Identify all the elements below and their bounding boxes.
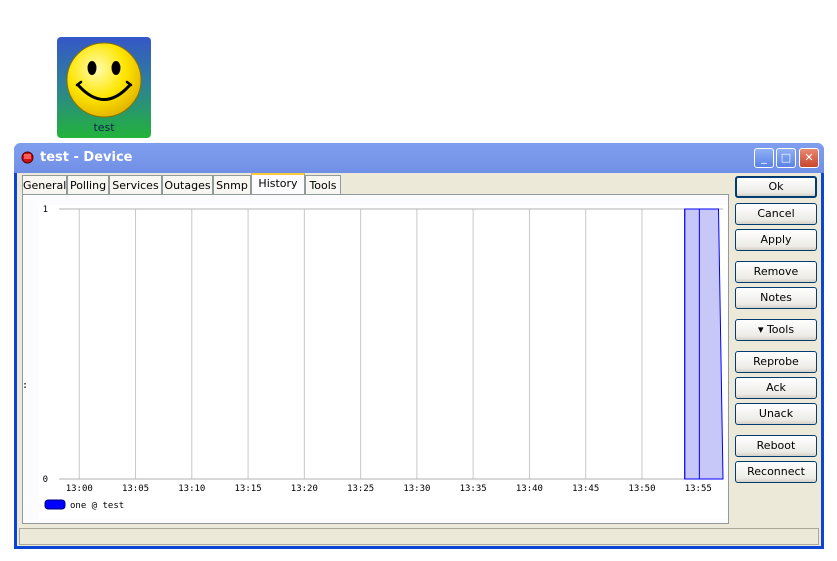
legend-label: one @ test — [70, 501, 124, 511]
reconnect-button[interactable]: Reconnect — [735, 461, 817, 483]
tab-history[interactable]: History — [251, 173, 305, 195]
minimize-button[interactable]: _ — [754, 148, 774, 168]
window-client-area: General Polling Services Outages Snmp To… — [17, 173, 821, 546]
x-tick-label: 13:05 — [122, 484, 149, 494]
tab-tools[interactable]: Tools — [305, 175, 341, 194]
x-tick-label: 13:55 — [685, 484, 712, 494]
reprobe-button[interactable]: Reprobe — [735, 351, 817, 373]
x-tick-label: 13:35 — [460, 484, 487, 494]
window-title: test - Device — [40, 150, 133, 165]
device-window: test - Device _ □ ✕ General Polling Serv… — [14, 143, 824, 549]
x-tick-label: 13:30 — [403, 484, 430, 494]
history-chart: 13:00 13:05 13:10 13:15 13:20 13:25 13:30 13:35… — [39, 205, 727, 519]
x-tick-label: 13:15 — [235, 484, 262, 494]
remove-button[interactable]: Remove — [735, 261, 817, 283]
tab-polling[interactable]: Polling — [67, 175, 109, 194]
side-axis-label: : — [22, 380, 29, 391]
y-tick-label: 0 — [43, 475, 48, 485]
x-tick-label: 13:40 — [516, 484, 543, 494]
ack-button[interactable]: Ack — [735, 377, 817, 399]
status-bar — [19, 528, 819, 545]
tab-services[interactable]: Services — [109, 175, 162, 194]
x-tick-label: 13:50 — [628, 484, 655, 494]
x-tick-label: 13:45 — [572, 484, 599, 494]
title-bar[interactable]: test - Device _ □ ✕ — [14, 143, 824, 173]
device-icon — [21, 151, 34, 164]
maximize-button[interactable]: □ — [776, 148, 796, 168]
reboot-button[interactable]: Reboot — [735, 435, 817, 457]
notes-button[interactable]: Notes — [735, 287, 817, 309]
desktop-icon-test[interactable]: test — [57, 37, 151, 138]
legend-swatch — [44, 499, 66, 510]
apply-button[interactable]: Apply — [735, 229, 817, 251]
smiley-face-icon — [66, 42, 142, 118]
y-tick-label: 1 — [43, 205, 48, 215]
close-button[interactable]: ✕ — [799, 148, 819, 168]
tab-general[interactable]: General — [22, 175, 67, 194]
cancel-button[interactable]: Cancel — [735, 203, 817, 225]
x-tick-label: 13:00 — [66, 484, 93, 494]
tab-outages[interactable]: Outages — [162, 175, 213, 194]
history-chart-svg: 13:00 13:05 13:10 13:15 13:20 13:25 13:30 13:35… — [43, 205, 724, 511]
series-area — [684, 208, 724, 480]
desktop-icon-label: test — [93, 121, 115, 134]
ok-button[interactable]: Ok — [735, 176, 817, 198]
unack-button[interactable]: Unack — [735, 403, 817, 425]
x-tick-label: 13:25 — [347, 484, 374, 494]
tools-menu-button[interactable]: ▾ Tools — [735, 319, 817, 341]
x-tick-label: 13:10 — [178, 484, 205, 494]
x-tick-label: 13:20 — [291, 484, 318, 494]
history-panel: : 13:00 13:05 13:10 13:15 13:20 13:25 13:30 13:… — [22, 194, 729, 524]
tab-snmp[interactable]: Snmp — [213, 175, 251, 194]
